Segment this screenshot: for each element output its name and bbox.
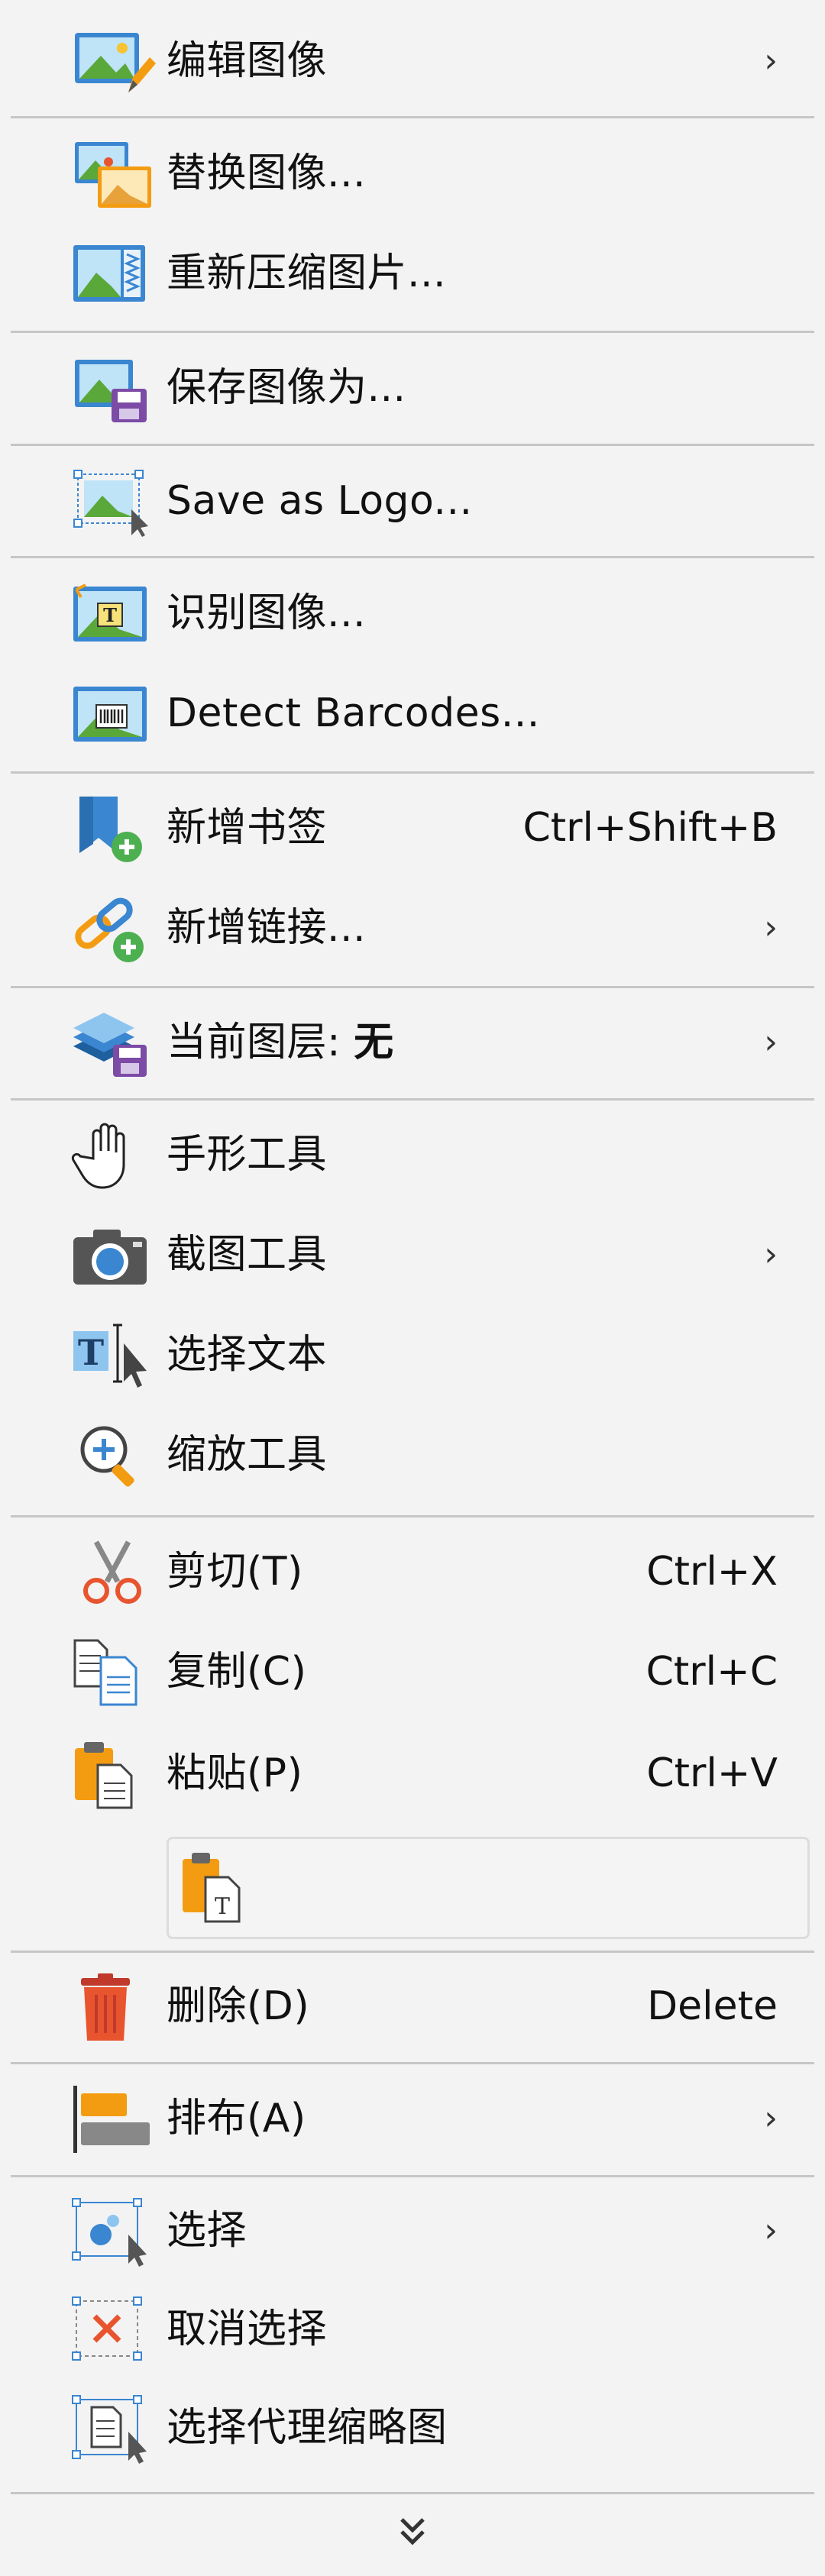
separator	[11, 444, 814, 446]
layers-icon	[70, 1008, 156, 1078]
separator	[11, 1515, 814, 1517]
current-layer-value: 无	[354, 1020, 394, 1065]
menu-item-label: 保存图像为...	[167, 365, 406, 411]
menu-item-delete[interactable]: 删除(D) Delete	[0, 1960, 825, 2052]
menu-item-label: 编辑图像	[167, 38, 328, 84]
separator	[11, 771, 814, 774]
separator	[11, 1951, 814, 1953]
separator	[11, 2492, 814, 2494]
save-image-icon	[70, 354, 156, 424]
menu-item-zoom-tool[interactable]: 缩放工具	[0, 1409, 825, 1501]
menu-item-recompress-image[interactable]: 重新压缩图片...	[0, 228, 825, 319]
menu-item-paste[interactable]: 粘贴(P) Ctrl+V	[0, 1728, 825, 1819]
replace-image-icon	[70, 139, 156, 209]
menu-item-label: 选择代理缩略图	[167, 2405, 448, 2451]
shortcut-label: Ctrl+X	[646, 1549, 778, 1595]
chevron-right-icon: ›	[764, 2099, 778, 2138]
menu-item-label: 新增链接...	[167, 905, 367, 951]
menu-item-replace-image[interactable]: 替换图像...	[0, 128, 825, 219]
menu-item-label: 删除(D)	[167, 1983, 310, 2029]
edit-image-icon	[70, 27, 156, 97]
save-as-logo-icon	[70, 467, 156, 537]
add-link-icon	[70, 894, 156, 964]
menu-item-edit-image[interactable]: 编辑图像 ›	[0, 15, 825, 107]
menu-item-select-proxy-thumbnail[interactable]: 选择代理缩略图	[0, 2382, 825, 2474]
menu-item-label: 缩放工具	[167, 1432, 328, 1478]
menu-item-deselect[interactable]: 取消选择	[0, 2283, 825, 2375]
separator	[11, 331, 814, 333]
menu-item-copy[interactable]: 复制(C) Ctrl+C	[0, 1626, 825, 1718]
chevron-right-icon: ›	[764, 1023, 778, 1062]
select-object-icon	[70, 2196, 156, 2267]
hand-icon	[70, 1120, 156, 1191]
double-chevron-down-icon[interactable]	[390, 2509, 435, 2555]
menu-item-select-text[interactable]: T 选择文本	[0, 1309, 825, 1401]
recognize-image-icon: T	[70, 579, 156, 649]
shortcut-label: Ctrl+C	[645, 1649, 778, 1695]
context-menu: 编辑图像 › 替换图像... 重新压缩图片... 保存图像为... Save a…	[0, 0, 825, 2576]
menu-item-detect-barcodes[interactable]: Detect Barcodes...	[0, 667, 825, 759]
trash-icon	[70, 1972, 156, 2042]
menu-item-label: 排布(A)	[167, 2096, 306, 2141]
current-layer-prefix: 当前图层:	[167, 1020, 354, 1065]
menu-item-label: 识别图像...	[167, 590, 367, 636]
menu-item-label: 重新压缩图片...	[167, 250, 447, 296]
menu-item-recognize-image[interactable]: T 识别图像...	[0, 567, 825, 659]
separator	[11, 556, 814, 558]
chevron-right-icon: ›	[764, 2211, 778, 2250]
menu-item-label: 当前图层: 无	[167, 1017, 394, 1068]
menu-item-label: 取消选择	[167, 2306, 328, 2352]
scissors-icon	[70, 1537, 156, 1608]
separator	[11, 986, 814, 988]
menu-item-label: 新增书签	[167, 805, 328, 851]
menu-item-label: Detect Barcodes...	[167, 690, 540, 736]
select-text-icon: T	[70, 1320, 156, 1391]
svg-text:T: T	[215, 1893, 230, 1920]
separator	[11, 1098, 814, 1101]
menu-item-current-layer[interactable]: 当前图层: 无 ›	[0, 997, 825, 1088]
menu-item-label: 复制(C)	[167, 1649, 307, 1695]
camera-icon	[70, 1220, 156, 1291]
shortcut-label: Delete	[647, 1983, 778, 2029]
menu-item-label: Save as Logo...	[167, 478, 473, 524]
menu-item-snapshot-tool[interactable]: 截图工具 ›	[0, 1209, 825, 1301]
arrange-icon	[70, 2084, 156, 2154]
menu-item-arrange[interactable]: 排布(A) ›	[0, 2073, 825, 2164]
paste-text-icon: T	[180, 1848, 256, 1925]
copy-icon	[70, 1637, 156, 1708]
shortcut-label: Ctrl+Shift+B	[522, 805, 778, 851]
chevron-right-icon: ›	[764, 1235, 778, 1274]
detect-barcodes-icon	[70, 679, 156, 749]
menu-item-add-link[interactable]: 新增链接... ›	[0, 882, 825, 974]
menu-item-label: 替换图像...	[167, 150, 367, 196]
menu-item-add-bookmark[interactable]: 新增书签 Ctrl+Shift+B	[0, 782, 825, 874]
zoom-icon	[70, 1421, 156, 1491]
deselect-icon	[70, 2295, 156, 2365]
separator	[11, 2175, 814, 2177]
menu-item-label: 剪切(T)	[167, 1549, 303, 1595]
svg-text:T: T	[78, 1332, 104, 1373]
menu-item-label: 粘贴(P)	[167, 1750, 303, 1796]
recompress-image-icon	[70, 239, 156, 309]
paste-text-option[interactable]: T	[167, 1837, 810, 1939]
chevron-right-icon: ›	[764, 908, 778, 947]
menu-item-label: 选择文本	[167, 1332, 328, 1378]
menu-item-select[interactable]: 选择 ›	[0, 2185, 825, 2277]
select-proxy-icon	[70, 2393, 156, 2464]
paste-icon	[70, 1739, 156, 1809]
menu-item-label: 手形工具	[167, 1132, 328, 1178]
menu-item-label: 截图工具	[167, 1232, 328, 1278]
menu-item-cut[interactable]: 剪切(T) Ctrl+X	[0, 1526, 825, 1618]
menu-item-save-image-as[interactable]: 保存图像为...	[0, 342, 825, 434]
shortcut-label: Ctrl+V	[646, 1750, 778, 1796]
menu-item-label: 选择	[167, 2208, 247, 2254]
chevron-right-icon: ›	[764, 41, 778, 80]
add-bookmark-icon	[70, 793, 156, 864]
menu-item-hand-tool[interactable]: 手形工具	[0, 1109, 825, 1201]
separator	[11, 2062, 814, 2064]
separator	[11, 116, 814, 118]
menu-item-save-as-logo[interactable]: Save as Logo...	[0, 455, 825, 547]
svg-text:T: T	[103, 604, 117, 626]
